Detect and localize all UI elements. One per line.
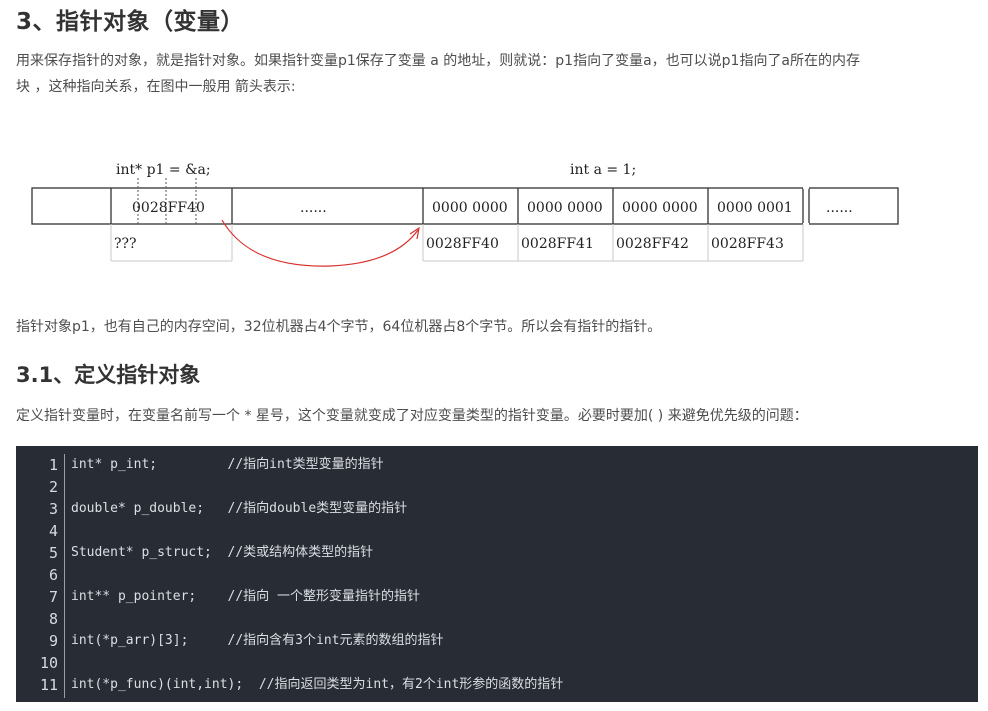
definition-paragraph: 定义指针变量时，在变量名前写一个 * 星号，这个变量就变成了对应变量类型的指针变… <box>16 408 808 424</box>
line-number: 1 <box>48 456 58 474</box>
line-number-gutter: 1 2 3 4 5 6 7 8 9 10 11 <box>16 454 65 698</box>
intro-line-2: 块 ，这种指向关系，在图中一般用 箭头表示: <box>16 79 296 95</box>
address-4: 0028FF43 <box>711 236 784 252</box>
intro-line-1: 用来保存指针的对象，就是指针对象。如果指针变量p1保存了变量 a 的地址，则就说… <box>16 53 861 69</box>
code-line: int(*p_func)(int,int); //指向返回类型为int，有2个i… <box>71 677 564 692</box>
memory-cell-1: 0000 0000 <box>432 200 508 216</box>
line-number: 5 <box>48 544 58 562</box>
line-number: 7 <box>48 588 58 606</box>
intro-paragraph: 用来保存指针的对象，就是指针对象。如果指针变量p1保存了变量 a 的地址，则就说… <box>16 48 860 100</box>
address-1: 0028FF40 <box>426 236 499 252</box>
line-number: 2 <box>48 478 58 496</box>
pointer-arrow <box>221 219 419 267</box>
code-block: 1 2 3 4 5 6 7 8 9 10 11 int* p_int; //指向int类型变量的指针… <box>16 446 978 702</box>
pointer-diagram: int* p1 = &a; int a = 1; 0028FF40 ......… <box>0 150 988 280</box>
code-line: double* p_double; //指向double类型变量的指针 <box>71 501 408 516</box>
line-number: 8 <box>48 610 58 628</box>
code-lines: int* p_int; //指向int类型变量的指针 double* p_doub… <box>71 454 563 696</box>
section-heading: 3、指针对象（变量） <box>16 9 245 35</box>
line-number: 10 <box>39 654 58 672</box>
address-3: 0028FF42 <box>616 236 689 252</box>
line-number: 11 <box>39 676 58 694</box>
pointer-declaration-label: int* p1 = &a; <box>116 162 211 178</box>
variable-declaration-label: int a = 1; <box>570 162 637 178</box>
code-line: int(*p_arr)[3]; //指向含有3个int元素的数组的指针 <box>71 633 444 648</box>
memory-dots-right: ...... <box>826 200 853 216</box>
memory-cell-3: 0000 0000 <box>622 200 698 216</box>
line-number: 4 <box>48 522 58 540</box>
pointer-address: ??? <box>114 236 137 252</box>
code-line: Student* p_struct; //类或结构体类型的指针 <box>71 545 374 560</box>
memory-cell-2: 0000 0000 <box>527 200 603 216</box>
line-number: 3 <box>48 500 58 518</box>
line-number: 6 <box>48 566 58 584</box>
pointer-value: 0028FF40 <box>132 200 205 216</box>
address-2: 0028FF41 <box>521 236 594 252</box>
subsection-heading: 3.1、定义指针对象 <box>16 363 201 387</box>
memory-dots: ...... <box>300 200 327 216</box>
pointer-size-paragraph: 指针对象p1，也有自己的内存空间，32位机器占4个字节，64位机器占8个字节。所… <box>16 319 662 335</box>
code-line: int** p_pointer; //指向 一个整形变量指针的指针 <box>71 589 421 604</box>
line-number: 9 <box>48 632 58 650</box>
code-line: int* p_int; //指向int类型变量的指针 <box>71 457 384 472</box>
memory-cell-4: 0000 0001 <box>717 200 793 216</box>
